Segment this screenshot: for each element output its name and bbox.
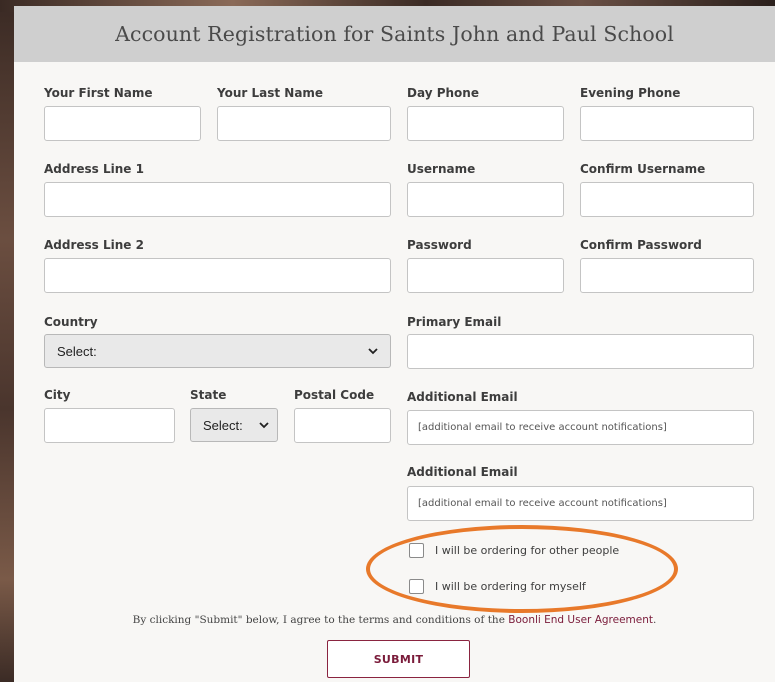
address2-label: Address Line 2: [44, 238, 144, 252]
country-label: Country: [44, 315, 98, 329]
chevron-down-icon: [259, 422, 269, 429]
agreement-period: .: [653, 614, 657, 626]
username-input[interactable]: [407, 182, 564, 217]
last-name-input[interactable]: [217, 106, 391, 141]
evening-phone-label: Evening Phone: [580, 86, 681, 100]
country-select[interactable]: Select:: [44, 334, 391, 368]
postal-code-label: Postal Code: [294, 388, 375, 402]
confirm-password-input[interactable]: [580, 258, 754, 293]
password-label: Password: [407, 238, 472, 252]
additional-email-label-2: Additional Email: [407, 465, 518, 479]
state-select[interactable]: Select:: [190, 408, 278, 442]
evening-phone-input[interactable]: [580, 106, 754, 141]
day-phone-label: Day Phone: [407, 86, 479, 100]
ordering-for-others-checkbox[interactable]: [409, 543, 424, 558]
state-label: State: [190, 388, 227, 402]
chevron-down-icon: [368, 348, 378, 355]
agreement-statement: By clicking "Submit" below, I agree to t…: [132, 614, 505, 626]
agreement-text: By clicking "Submit" below, I agree to t…: [14, 614, 775, 626]
submit-button[interactable]: SUBMIT: [327, 640, 470, 678]
last-name-label: Your Last Name: [217, 86, 324, 100]
primary-email-input[interactable]: [407, 334, 754, 369]
confirm-password-label: Confirm Password: [580, 238, 702, 252]
primary-email-label: Primary Email: [407, 315, 502, 329]
additional-email-input-2[interactable]: [407, 486, 754, 521]
ordering-for-myself-label: I will be ordering for myself: [435, 580, 586, 593]
additional-email-input-1[interactable]: [407, 410, 754, 445]
address1-input[interactable]: [44, 182, 391, 217]
day-phone-input[interactable]: [407, 106, 564, 141]
city-label: City: [44, 388, 71, 402]
password-input[interactable]: [407, 258, 564, 293]
address2-input[interactable]: [44, 258, 391, 293]
page-title: Account Registration for Saints John and…: [115, 22, 674, 46]
address1-label: Address Line 1: [44, 162, 144, 176]
state-select-value: Select:: [203, 417, 243, 433]
highlight-annotation: [366, 525, 678, 613]
country-select-value: Select:: [57, 343, 97, 359]
registration-panel: Account Registration for Saints John and…: [14, 6, 775, 682]
user-agreement-link[interactable]: Boonli End User Agreement: [508, 614, 653, 626]
username-label: Username: [407, 162, 476, 176]
confirm-username-input[interactable]: [580, 182, 754, 217]
ordering-for-myself-checkbox[interactable]: [409, 579, 424, 594]
city-input[interactable]: [44, 408, 175, 443]
first-name-label: Your First Name: [44, 86, 153, 100]
additional-email-label-1: Additional Email: [407, 390, 518, 404]
form-header: Account Registration for Saints John and…: [14, 6, 775, 62]
ordering-for-others-label: I will be ordering for other people: [435, 544, 620, 557]
confirm-username-label: Confirm Username: [580, 162, 706, 176]
first-name-input[interactable]: [44, 106, 201, 141]
postal-code-input[interactable]: [294, 408, 391, 443]
